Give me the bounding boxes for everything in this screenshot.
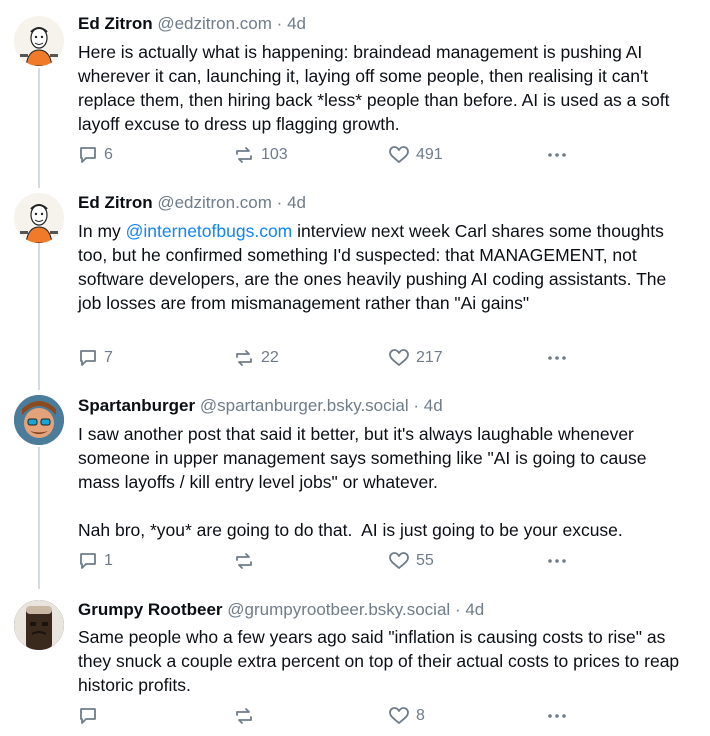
like-button[interactable]: 491	[388, 145, 443, 165]
post-time[interactable]: 4d	[287, 14, 306, 33]
post-time[interactable]: 4d	[287, 193, 306, 212]
repost-count: 22	[261, 349, 279, 366]
more-options-button[interactable]	[546, 706, 568, 726]
post-header: Spartanburger @spartanburger.bsky.social…	[78, 395, 443, 417]
more-icon	[546, 145, 568, 165]
separator: ·	[454, 600, 461, 619]
like-count: 8	[416, 707, 425, 724]
author-name[interactable]: Ed Zitron	[78, 193, 153, 212]
repost-button[interactable]	[233, 706, 261, 726]
repost-button[interactable]	[233, 551, 261, 571]
reply-icon	[78, 551, 98, 571]
repost-icon	[233, 706, 255, 726]
repost-button[interactable]: 22	[233, 348, 279, 368]
like-button[interactable]: 55	[388, 551, 434, 571]
post-actions: 8	[78, 706, 578, 728]
post-actions: 7 22 217	[78, 348, 578, 370]
post[interactable]: Grumpy Rootbeer @grumpyrootbeer.bsky.soc…	[0, 590, 710, 736]
repost-count: 103	[261, 146, 288, 163]
post-text: Same people who a few years ago said "in…	[78, 627, 685, 695]
more-icon	[546, 551, 568, 571]
like-count: 217	[416, 349, 443, 366]
repost-icon	[233, 145, 255, 165]
post-text: I saw another post that said it better, …	[78, 424, 647, 540]
avatar[interactable]	[14, 395, 64, 445]
like-button[interactable]: 8	[388, 706, 425, 726]
avatar[interactable]	[14, 193, 64, 243]
reply-button[interactable]: 1	[78, 551, 113, 571]
more-options-button[interactable]	[546, 551, 568, 571]
like-icon	[388, 348, 410, 368]
post[interactable]: Spartanburger @spartanburger.bsky.social…	[0, 385, 710, 590]
mention-link[interactable]: @internetofbugs.com	[126, 221, 293, 241]
separator: ·	[276, 14, 283, 33]
like-icon	[388, 145, 410, 165]
reply-icon	[78, 706, 98, 726]
post-text: Here is actually what is happening: brai…	[78, 42, 675, 134]
author-handle[interactable]: @grumpyrootbeer.bsky.social	[227, 600, 450, 619]
reply-button[interactable]	[78, 706, 104, 726]
like-count: 491	[416, 146, 443, 163]
post[interactable]: Ed Zitron @edzitron.com · 4d Here is act…	[0, 0, 710, 180]
more-options-button[interactable]	[546, 145, 568, 165]
separator: ·	[276, 193, 283, 212]
post-header: Ed Zitron @edzitron.com · 4d	[78, 13, 306, 35]
post-actions: 1 55	[78, 551, 578, 573]
separator: ·	[413, 396, 420, 415]
post-text-part: In my	[78, 221, 126, 241]
more-icon	[546, 348, 568, 368]
more-options-button[interactable]	[546, 348, 568, 368]
like-icon	[388, 551, 410, 571]
reply-icon	[78, 348, 98, 368]
author-handle[interactable]: @edzitron.com	[157, 14, 272, 33]
author-name[interactable]: Spartanburger	[78, 396, 195, 415]
more-icon	[546, 706, 568, 726]
author-handle[interactable]: @edzitron.com	[157, 193, 272, 212]
post-actions: 6 103 491	[78, 145, 578, 167]
reply-count: 6	[104, 146, 113, 163]
reply-button[interactable]: 7	[78, 348, 113, 368]
reply-count: 7	[104, 349, 113, 366]
like-icon	[388, 706, 410, 726]
author-name[interactable]: Grumpy Rootbeer	[78, 600, 223, 619]
repost-button[interactable]: 103	[233, 145, 288, 165]
author-name[interactable]: Ed Zitron	[78, 14, 153, 33]
reply-button[interactable]: 6	[78, 145, 113, 165]
reply-count: 1	[104, 552, 113, 569]
post-time[interactable]: 4d	[424, 396, 443, 415]
post-time[interactable]: 4d	[465, 600, 484, 619]
avatar[interactable]	[14, 16, 64, 66]
repost-icon	[233, 551, 255, 571]
repost-icon	[233, 348, 255, 368]
author-handle[interactable]: @spartanburger.bsky.social	[200, 396, 409, 415]
post-header: Grumpy Rootbeer @grumpyrootbeer.bsky.soc…	[78, 599, 484, 621]
thread-feed: Ed Zitron @edzitron.com · 4d Here is act…	[0, 0, 710, 736]
avatar[interactable]	[14, 600, 64, 650]
like-count: 55	[416, 552, 434, 569]
post-header: Ed Zitron @edzitron.com · 4d	[78, 192, 306, 214]
reply-icon	[78, 145, 98, 165]
post-text: In my @internetofbugs.com interview next…	[78, 219, 688, 315]
like-button[interactable]: 217	[388, 348, 443, 368]
post[interactable]: Ed Zitron @edzitron.com · 4d In my @inte…	[0, 180, 710, 385]
